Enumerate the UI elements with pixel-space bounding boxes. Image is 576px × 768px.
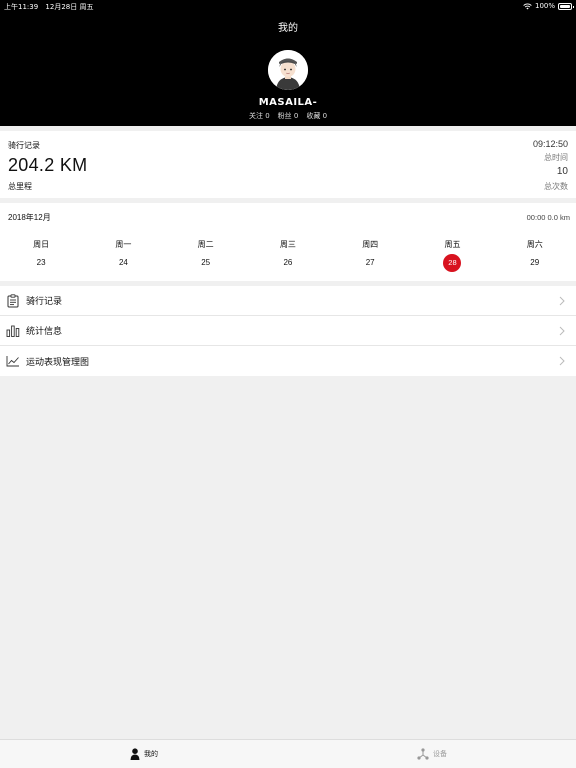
weekday-label: 周四 [362, 240, 379, 249]
calendar-day[interactable]: 29 [494, 254, 576, 272]
menu-item-statistics[interactable]: 统计信息 [0, 316, 576, 346]
total-distance: 204.2 KM [8, 155, 88, 175]
weekday-label: 周一 [115, 240, 132, 249]
status-bar-left: 上午11:39 12月28日 周五 [4, 2, 93, 12]
weekday-label: 周六 [526, 240, 543, 249]
day-number: 25 [201, 258, 211, 267]
day-number: 23 [36, 258, 46, 267]
total-time-label: 总时间 [544, 153, 568, 162]
weekday-label: 周五 [444, 240, 461, 249]
calendar-day[interactable]: 24 [82, 254, 164, 272]
calendar-day-selected[interactable]: 28 [411, 254, 493, 272]
tab-label: 设备 [433, 750, 447, 758]
day-number: 29 [530, 258, 540, 267]
battery-percent: 100% [534, 2, 555, 10]
ride-record-label: 骑行记录 [8, 141, 40, 150]
battery-icon [558, 2, 574, 10]
weekday-label: 周日 [33, 240, 50, 249]
avatar[interactable] [268, 50, 308, 90]
person-icon [130, 748, 140, 760]
bar-chart-icon [0, 324, 26, 337]
weekday-label: 周三 [279, 240, 296, 249]
total-count: 10 [556, 166, 568, 177]
status-time: 上午11:39 [4, 3, 39, 11]
calendar-day[interactable]: 23 [0, 254, 82, 272]
username: MASAILA- [258, 97, 318, 108]
status-date: 12月28日 周五 [45, 3, 94, 11]
day-number: 27 [365, 258, 375, 267]
menu-list: 骑行记录 统计信息 运动表现管理图 [0, 286, 576, 376]
weekday-row: 周日 周一 周二 周三 周四 周五 周六 [0, 239, 576, 250]
chevron-right-icon [559, 296, 565, 306]
tab-bar: 我的 设备 [0, 739, 576, 768]
menu-item-label: 统计信息 [26, 327, 63, 337]
device-icon [417, 748, 429, 760]
tab-mine[interactable]: 我的 [0, 740, 288, 768]
ride-summary-card[interactable]: 骑行记录 204.2 KM 总里程 09:12:50 总时间 10 总次数 [0, 131, 576, 198]
clipboard-icon [0, 293, 26, 308]
day-row: 23 24 25 26 27 28 29 [0, 254, 576, 272]
calendar-day[interactable]: 27 [329, 254, 411, 272]
calendar-day[interactable]: 26 [247, 254, 329, 272]
day-number: 24 [118, 258, 128, 267]
day-number: 26 [283, 258, 293, 267]
line-chart-icon [0, 355, 26, 367]
total-time: 09:12:50 [532, 139, 568, 149]
followers-count[interactable]: 粉丝 0 [278, 111, 299, 121]
status-bar-right: 100% [523, 2, 574, 10]
profile-counts: 关注 0 粉丝 0 收藏 0 [0, 111, 576, 121]
menu-item-label: 运动表现管理图 [26, 357, 90, 368]
menu-item-ride-records[interactable]: 骑行记录 [0, 286, 576, 316]
day-number: 28 [443, 254, 462, 272]
weekday-label: 周二 [197, 240, 214, 249]
calendar-month: 2018年12月 [8, 213, 51, 222]
tab-label: 我的 [144, 750, 158, 758]
chevron-right-icon [559, 326, 565, 336]
avatar-illustration [268, 50, 308, 90]
chevron-right-icon [559, 356, 565, 366]
week-calendar: 2018年12月 00:00 0.0 km 周日 周一 周二 周三 周四 周五 … [0, 203, 576, 281]
wifi-icon [523, 3, 532, 9]
favorites-count[interactable]: 收藏 0 [306, 111, 327, 121]
following-count[interactable]: 关注 0 [249, 111, 270, 121]
total-count-label: 总次数 [544, 182, 568, 191]
tab-device[interactable]: 设备 [288, 740, 576, 768]
menu-item-label: 骑行记录 [26, 297, 63, 307]
calendar-day[interactable]: 25 [165, 254, 247, 272]
page-title: 我的 [278, 23, 298, 34]
total-distance-label: 总里程 [8, 182, 32, 191]
menu-item-performance-chart[interactable]: 运动表现管理图 [0, 346, 576, 376]
profile-header: 上午11:39 12月28日 周五 100% 我的 MASAILA- 关注 0 … [0, 0, 576, 126]
day-summary: 00:00 0.0 km [526, 213, 570, 222]
